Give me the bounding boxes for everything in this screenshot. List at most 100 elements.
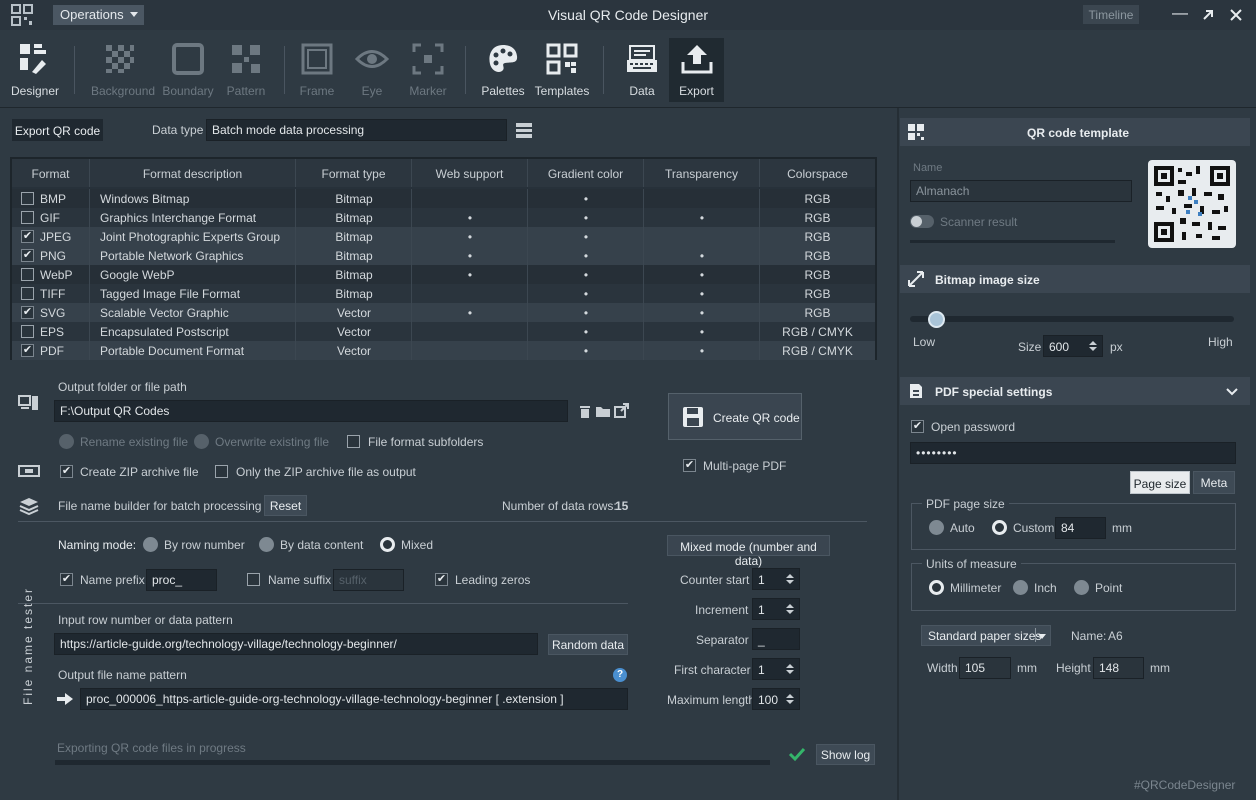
reset-button[interactable]: Reset xyxy=(264,495,307,516)
password-field[interactable]: •••••••• xyxy=(910,442,1236,464)
maximize-icon[interactable] xyxy=(1198,5,1218,25)
format-checkbox[interactable] xyxy=(21,287,34,300)
timeline-button[interactable]: Timeline xyxy=(1083,5,1139,24)
toolbar-templates[interactable]: Templates xyxy=(532,38,592,102)
point-radio[interactable] xyxy=(1074,580,1089,595)
first-character-spinner[interactable]: 1 xyxy=(752,658,800,680)
mixed-radio[interactable] xyxy=(380,537,395,552)
size-spinner[interactable]: 600 xyxy=(1043,335,1103,357)
separator-input[interactable]: _ xyxy=(752,628,800,650)
zip-only-checkbox[interactable] xyxy=(215,465,228,478)
prefix-checkbox[interactable]: ✔ xyxy=(60,573,73,586)
auto-radio[interactable] xyxy=(929,520,944,535)
table-row[interactable]: TIFF Tagged Image File Format Bitmap • • RGB xyxy=(12,284,875,303)
size-slider-thumb[interactable] xyxy=(927,311,945,328)
table-row[interactable]: ✔ JPEG Joint Photographic Experts Group Bit… xyxy=(12,227,875,246)
table-row[interactable]: WebP Google WebP Bitmap • • • RGB xyxy=(12,265,875,284)
meta-button[interactable]: Meta xyxy=(1193,471,1235,494)
counter-start-spinner[interactable]: 1 xyxy=(752,568,800,590)
multipage-checkbox[interactable]: ✔ xyxy=(683,459,696,472)
column-separator xyxy=(89,322,90,341)
format-checkbox[interactable] xyxy=(21,192,34,205)
paper-size-select[interactable]: Standard paper sizes xyxy=(921,625,1051,646)
scanner-toggle[interactable] xyxy=(910,215,934,228)
overwrite-radio[interactable] xyxy=(194,434,209,449)
table-row[interactable]: GIF Graphics Interchange Format Bitmap • • • R… xyxy=(12,208,875,227)
by-data-radio[interactable] xyxy=(259,537,274,552)
close-icon[interactable] xyxy=(1226,5,1246,25)
suffix-checkbox[interactable] xyxy=(247,573,260,586)
format-checkbox[interactable]: ✔ xyxy=(21,344,34,357)
table-row[interactable]: BMP Windows Bitmap Bitmap • RGB xyxy=(12,189,875,208)
database-icon[interactable] xyxy=(515,121,533,139)
toolbar-eye[interactable]: Eye xyxy=(344,38,400,102)
prefix-input[interactable]: proc_ xyxy=(146,569,217,591)
toolbar-frame[interactable]: Frame xyxy=(289,38,345,102)
help-icon[interactable]: ? xyxy=(613,668,627,682)
export-qr-code-tab[interactable]: Export QR code xyxy=(12,119,103,141)
toolbar-background[interactable]: Background xyxy=(91,38,155,102)
data-type-field[interactable]: Batch mode data processing xyxy=(206,119,507,141)
type-cell: Vector xyxy=(336,325,372,339)
size-slider[interactable] xyxy=(910,316,1234,322)
suffix-label: Name suffix xyxy=(268,573,332,587)
format-checkbox[interactable] xyxy=(21,211,34,224)
page-size-button[interactable]: Page size xyxy=(1130,471,1190,494)
show-log-button[interactable]: Show log xyxy=(816,744,875,765)
column-header[interactable]: Colorspace xyxy=(760,159,875,187)
column-separator xyxy=(527,303,528,322)
format-checkbox[interactable] xyxy=(21,325,34,338)
format-checkbox[interactable] xyxy=(21,268,34,281)
open-password-checkbox[interactable]: ✔ xyxy=(911,420,924,433)
toolbar-marker[interactable]: Marker xyxy=(400,38,456,102)
input-pattern-field[interactable]: https://article-guide.org/technology-vil… xyxy=(54,633,538,655)
leading-zeros-checkbox[interactable]: ✔ xyxy=(435,573,448,586)
height-input[interactable]: 148 xyxy=(1093,657,1144,679)
rename-radio[interactable] xyxy=(59,434,74,449)
app-title: Visual QR Code Designer xyxy=(547,7,709,23)
column-separator xyxy=(295,265,296,284)
toolbar-boundary[interactable]: Boundary xyxy=(160,38,216,102)
column-header[interactable]: Web support xyxy=(412,159,528,187)
output-folder-input[interactable]: F:\Output QR Codes xyxy=(54,400,568,422)
toolbar-pattern[interactable]: Pattern xyxy=(218,38,274,102)
column-header[interactable]: Transparency xyxy=(644,159,760,187)
column-header[interactable]: Format xyxy=(12,159,90,187)
custom-radio[interactable] xyxy=(992,520,1007,535)
toolbar-data[interactable]: Data xyxy=(614,38,670,102)
zip-checkbox[interactable]: ✔ xyxy=(60,465,73,478)
column-separator xyxy=(295,322,296,341)
subfolders-checkbox[interactable] xyxy=(347,435,360,448)
column-header[interactable]: Gradient color xyxy=(528,159,644,187)
trash-icon[interactable] xyxy=(578,404,592,418)
by-row-radio[interactable] xyxy=(143,537,158,552)
column-header[interactable]: Format description xyxy=(90,159,296,187)
table-row[interactable]: ✔ PNG Portable Network Graphics Bitmap • • • RG… xyxy=(12,246,875,265)
custom-size-input[interactable]: 84 xyxy=(1055,517,1106,539)
table-row[interactable]: EPS Encapsulated Postscript Vector • • RGB / … xyxy=(12,322,875,341)
type-cell: Bitmap xyxy=(335,230,373,244)
max-length-spinner[interactable]: 100 xyxy=(752,688,800,710)
increment-spinner[interactable]: 1 xyxy=(752,598,800,620)
toolbar-export[interactable]: Export xyxy=(669,38,724,102)
inch-radio[interactable] xyxy=(1013,580,1028,595)
open-external-icon[interactable] xyxy=(614,403,629,418)
height-unit: mm xyxy=(1150,661,1170,675)
millimeter-radio[interactable] xyxy=(929,580,944,595)
table-row[interactable]: ✔ SVG Scalable Vector Graphic Vector • • • RGB xyxy=(12,303,875,322)
width-input[interactable]: 105 xyxy=(959,657,1011,679)
column-header[interactable]: Format type xyxy=(296,159,412,187)
format-checkbox[interactable]: ✔ xyxy=(21,306,34,319)
folder-icon[interactable] xyxy=(595,404,611,418)
toolbar-designer[interactable]: Designer xyxy=(7,38,63,102)
pdf-settings-header[interactable]: PDF special settings xyxy=(900,377,1250,405)
open-password-label: Open password xyxy=(931,420,1016,434)
minimize-icon[interactable]: — xyxy=(1170,5,1190,25)
format-checkbox[interactable]: ✔ xyxy=(21,249,34,262)
create-qr-code-button[interactable]: Create QR code xyxy=(668,393,802,440)
random-data-button[interactable]: Random data xyxy=(548,634,628,655)
format-checkbox[interactable]: ✔ xyxy=(21,230,34,243)
table-row[interactable]: ✔ PDF Portable Document Format Vector • • RGB … xyxy=(12,341,875,360)
suffix-input[interactable]: suffix xyxy=(333,569,404,591)
toolbar-palettes[interactable]: Palettes xyxy=(475,38,531,102)
